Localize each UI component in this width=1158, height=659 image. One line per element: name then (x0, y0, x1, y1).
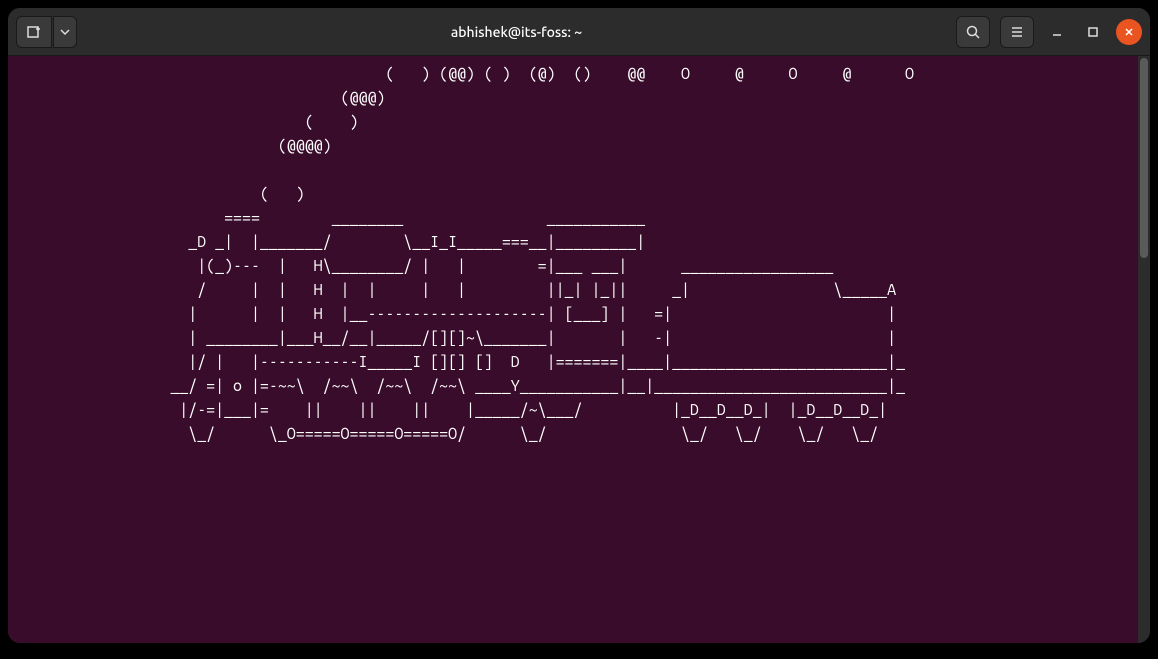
close-icon (1123, 26, 1135, 38)
close-button[interactable] (1116, 19, 1142, 45)
tab-dropdown-button[interactable] (53, 16, 77, 48)
titlebar-left-controls (16, 16, 77, 48)
scrollbar[interactable] (1138, 56, 1150, 643)
search-button[interactable] (956, 16, 990, 48)
titlebar: abhishek@its-foss: ~ (8, 8, 1150, 56)
maximize-icon (1087, 26, 1099, 38)
new-tab-icon (26, 24, 42, 40)
terminal-window: abhishek@its-foss: ~ (8, 8, 1150, 643)
scrollbar-thumb[interactable] (1140, 58, 1148, 258)
titlebar-right-controls (956, 16, 1142, 48)
minimize-icon (1051, 26, 1063, 38)
new-tab-button[interactable] (16, 16, 52, 48)
minimize-button[interactable] (1044, 19, 1070, 45)
terminal-body: ( ) (@@) ( ) (@) () @@ O @ O @ O (@@@) (… (8, 56, 1150, 643)
menu-button[interactable] (1000, 16, 1034, 48)
search-icon (965, 24, 981, 40)
maximize-button[interactable] (1080, 19, 1106, 45)
chevron-down-icon (60, 27, 70, 37)
terminal-output[interactable]: ( ) (@@) ( ) (@) () @@ O @ O @ O (@@@) (… (8, 56, 1138, 643)
window-title: abhishek@its-foss: ~ (85, 24, 948, 40)
hamburger-icon (1009, 24, 1025, 40)
